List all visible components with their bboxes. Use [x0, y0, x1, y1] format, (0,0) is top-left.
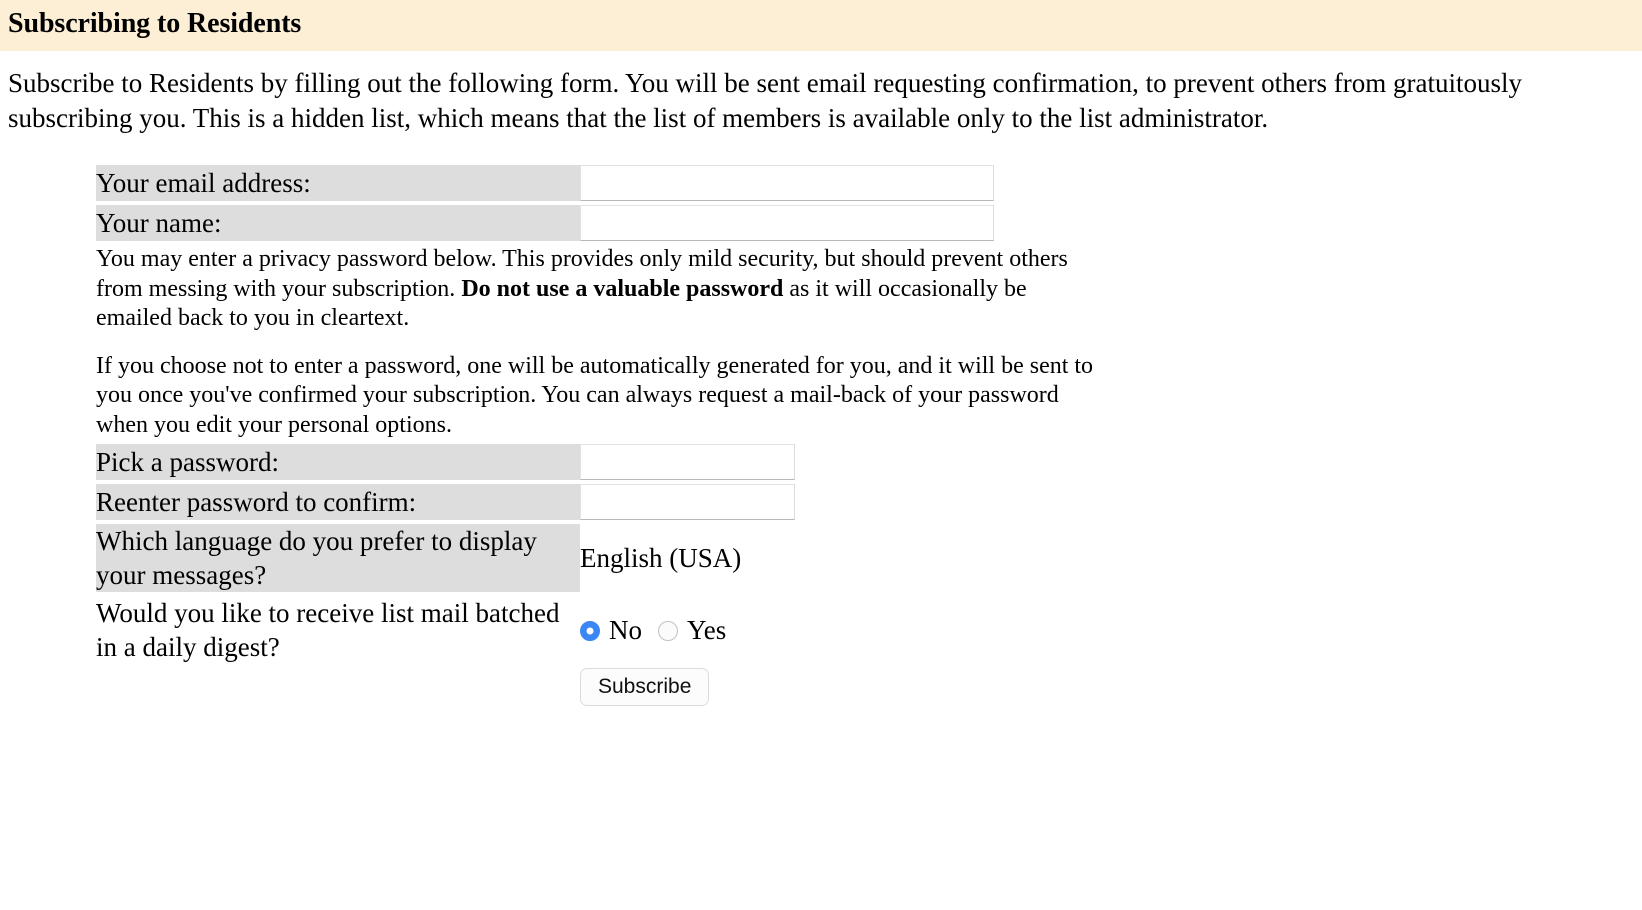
note-spacer [96, 338, 1096, 348]
submit-cell: Subscribe [580, 668, 1096, 707]
form-row-password-note: You may enter a privacy password below. … [96, 245, 1096, 334]
form-row-password-confirm: Reenter password to confirm: [96, 484, 1096, 521]
language-select[interactable]: English (USA) [580, 542, 741, 574]
digest-label: Would you like to receive list mail batc… [96, 598, 560, 663]
form-row-digest: Would you like to receive list mail batc… [96, 596, 1096, 664]
digest-field-cell: No Yes [580, 596, 1096, 664]
form-row-language: Which language do you prefer to display … [96, 524, 1096, 593]
page-title: Subscribing to Residents [8, 8, 302, 39]
email-label: Your email address: [96, 165, 580, 202]
password-confirm-input[interactable] [580, 484, 795, 521]
autogen-note: If you choose not to enter a password, o… [96, 352, 1094, 438]
name-input[interactable] [580, 205, 994, 242]
submit-spacer-cell [96, 668, 580, 706]
digest-radio-no[interactable] [580, 621, 600, 642]
subscription-form-table: Your email address: Your name: You may e… [96, 161, 1096, 710]
email-input[interactable] [580, 165, 994, 202]
password-confirm-label: Reenter password to confirm: [96, 484, 580, 521]
intro-paragraph: Subscribe to Residents by filling out th… [8, 68, 1523, 133]
form-row-password: Pick a password: [96, 444, 1096, 481]
password-field-cell [580, 444, 1096, 481]
name-label: Your name: [96, 205, 580, 242]
language-label: Which language do you prefer to display … [96, 524, 580, 593]
password-confirm-field-cell [580, 484, 1096, 521]
digest-radio-group: No Yes [580, 616, 1096, 644]
password-label: Pick a password: [96, 444, 580, 481]
digest-radio-no-label[interactable]: No [609, 616, 642, 644]
form-row-email: Your email address: [96, 165, 1096, 202]
form-row-name: Your name: [96, 205, 1096, 242]
note-spacer-row [96, 338, 1096, 348]
password-note: You may enter a privacy password below. … [96, 245, 1096, 334]
name-field-cell [580, 205, 1096, 242]
digest-radio-yes[interactable] [658, 621, 678, 642]
subscribe-button[interactable]: Subscribe [580, 668, 710, 707]
form-row-submit: Subscribe [96, 668, 1096, 707]
email-field-cell [580, 165, 1096, 202]
language-field-cell: English (USA) [580, 524, 1096, 592]
password-input[interactable] [580, 444, 795, 481]
digest-radio-yes-label[interactable]: Yes [687, 616, 726, 644]
page-header-banner: Subscribing to Residents [0, 0, 1642, 52]
password-note-emphasis: Do not use a valuable password [461, 275, 784, 302]
subscription-form: Your email address: Your name: You may e… [0, 161, 1642, 710]
form-row-autogen-note: If you choose not to enter a password, o… [96, 352, 1096, 441]
